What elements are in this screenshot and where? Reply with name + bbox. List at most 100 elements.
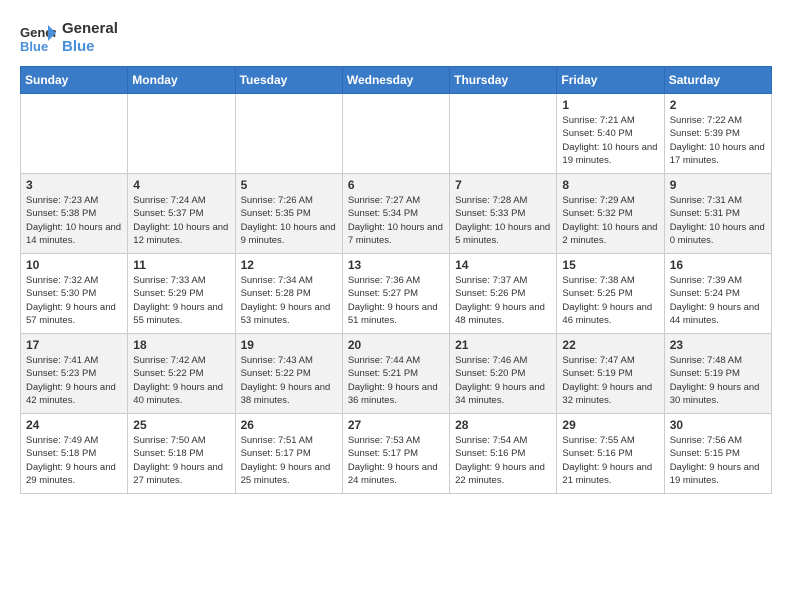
day-number: 22 xyxy=(562,338,658,352)
day-number: 15 xyxy=(562,258,658,272)
calendar-cell: 27 Sunrise: 7:53 AM Sunset: 5:17 PM Dayli… xyxy=(342,414,449,494)
calendar-week-1: 1 Sunrise: 7:21 AM Sunset: 5:40 PM Daylig… xyxy=(21,94,772,174)
day-info: Sunrise: 7:48 AM Sunset: 5:19 PM Dayligh… xyxy=(670,354,766,407)
calendar-week-3: 10 Sunrise: 7:32 AM Sunset: 5:30 PM Dayli… xyxy=(21,254,772,334)
day-info: Sunrise: 7:27 AM Sunset: 5:34 PM Dayligh… xyxy=(348,194,444,247)
calendar-cell: 28 Sunrise: 7:54 AM Sunset: 5:16 PM Dayli… xyxy=(450,414,557,494)
day-number: 14 xyxy=(455,258,551,272)
day-info: Sunrise: 7:21 AM Sunset: 5:40 PM Dayligh… xyxy=(562,114,658,167)
calendar-cell xyxy=(450,94,557,174)
calendar-cell: 30Sunrise: 7:56 AM Sunset: 5:15 PM Dayli… xyxy=(664,414,771,494)
day-number: 8 xyxy=(562,178,658,192)
calendar-cell: 25 Sunrise: 7:50 AM Sunset: 5:18 PM Dayli… xyxy=(128,414,235,494)
calendar-cell: 15 Sunrise: 7:38 AM Sunset: 5:25 PM Dayli… xyxy=(557,254,664,334)
calendar-cell xyxy=(21,94,128,174)
day-info: Sunrise: 7:42 AM Sunset: 5:22 PM Dayligh… xyxy=(133,354,229,407)
calendar-cell xyxy=(128,94,235,174)
calendar-cell xyxy=(235,94,342,174)
calendar-cell: 18 Sunrise: 7:42 AM Sunset: 5:22 PM Dayli… xyxy=(128,334,235,414)
day-info: Sunrise: 7:26 AM Sunset: 5:35 PM Dayligh… xyxy=(241,194,337,247)
logo-blue: Blue xyxy=(62,38,118,56)
calendar-cell: 11 Sunrise: 7:33 AM Sunset: 5:29 PM Dayli… xyxy=(128,254,235,334)
calendar-cell xyxy=(342,94,449,174)
day-info: Sunrise: 7:46 AM Sunset: 5:20 PM Dayligh… xyxy=(455,354,551,407)
day-info: Sunrise: 7:28 AM Sunset: 5:33 PM Dayligh… xyxy=(455,194,551,247)
calendar-cell: 23 Sunrise: 7:48 AM Sunset: 5:19 PM Dayli… xyxy=(664,334,771,414)
calendar-cell: 8 Sunrise: 7:29 AM Sunset: 5:32 PM Daylig… xyxy=(557,174,664,254)
page-header: General Blue General Blue xyxy=(20,20,772,56)
calendar-cell: 4 Sunrise: 7:24 AM Sunset: 5:37 PM Daylig… xyxy=(128,174,235,254)
calendar-cell: 2Sunrise: 7:22 AM Sunset: 5:39 PM Daylig… xyxy=(664,94,771,174)
calendar-cell: 5 Sunrise: 7:26 AM Sunset: 5:35 PM Daylig… xyxy=(235,174,342,254)
day-number: 6 xyxy=(348,178,444,192)
calendar-cell: 22Sunrise: 7:47 AM Sunset: 5:19 PM Dayli… xyxy=(557,334,664,414)
calendar-table: SundayMondayTuesdayWednesdayThursdayFrid… xyxy=(20,66,772,494)
day-number: 11 xyxy=(133,258,229,272)
calendar-cell: 12Sunrise: 7:34 AM Sunset: 5:28 PM Dayli… xyxy=(235,254,342,334)
day-number: 1 xyxy=(562,98,658,112)
day-number: 20 xyxy=(348,338,444,352)
day-number: 16 xyxy=(670,258,766,272)
calendar-week-4: 17Sunrise: 7:41 AM Sunset: 5:23 PM Dayli… xyxy=(21,334,772,414)
logo-icon: General Blue xyxy=(20,23,56,53)
day-info: Sunrise: 7:23 AM Sunset: 5:38 PM Dayligh… xyxy=(26,194,122,247)
day-info: Sunrise: 7:50 AM Sunset: 5:18 PM Dayligh… xyxy=(133,434,229,487)
col-header-saturday: Saturday xyxy=(664,67,771,94)
col-header-wednesday: Wednesday xyxy=(342,67,449,94)
day-number: 12 xyxy=(241,258,337,272)
col-header-monday: Monday xyxy=(128,67,235,94)
day-number: 4 xyxy=(133,178,229,192)
calendar-cell: 17Sunrise: 7:41 AM Sunset: 5:23 PM Dayli… xyxy=(21,334,128,414)
calendar-cell: 14Sunrise: 7:37 AM Sunset: 5:26 PM Dayli… xyxy=(450,254,557,334)
day-number: 10 xyxy=(26,258,122,272)
day-number: 28 xyxy=(455,418,551,432)
day-info: Sunrise: 7:36 AM Sunset: 5:27 PM Dayligh… xyxy=(348,274,444,327)
logo-general: General xyxy=(62,20,118,38)
calendar-cell: 19 Sunrise: 7:43 AM Sunset: 5:22 PM Dayli… xyxy=(235,334,342,414)
day-info: Sunrise: 7:43 AM Sunset: 5:22 PM Dayligh… xyxy=(241,354,337,407)
day-info: Sunrise: 7:44 AM Sunset: 5:21 PM Dayligh… xyxy=(348,354,444,407)
day-info: Sunrise: 7:53 AM Sunset: 5:17 PM Dayligh… xyxy=(348,434,444,487)
logo: General Blue General Blue xyxy=(20,20,118,56)
day-number: 27 xyxy=(348,418,444,432)
calendar-cell: 13 Sunrise: 7:36 AM Sunset: 5:27 PM Dayli… xyxy=(342,254,449,334)
day-info: Sunrise: 7:41 AM Sunset: 5:23 PM Dayligh… xyxy=(26,354,122,407)
day-info: Sunrise: 7:38 AM Sunset: 5:25 PM Dayligh… xyxy=(562,274,658,327)
day-info: Sunrise: 7:31 AM Sunset: 5:31 PM Dayligh… xyxy=(670,194,766,247)
calendar-week-2: 3 Sunrise: 7:23 AM Sunset: 5:38 PM Daylig… xyxy=(21,174,772,254)
col-header-sunday: Sunday xyxy=(21,67,128,94)
calendar-cell: 16 Sunrise: 7:39 AM Sunset: 5:24 PM Dayli… xyxy=(664,254,771,334)
day-number: 3 xyxy=(26,178,122,192)
calendar-cell: 9 Sunrise: 7:31 AM Sunset: 5:31 PM Daylig… xyxy=(664,174,771,254)
day-number: 23 xyxy=(670,338,766,352)
day-info: Sunrise: 7:33 AM Sunset: 5:29 PM Dayligh… xyxy=(133,274,229,327)
day-number: 7 xyxy=(455,178,551,192)
day-info: Sunrise: 7:56 AM Sunset: 5:15 PM Dayligh… xyxy=(670,434,766,487)
day-number: 26 xyxy=(241,418,337,432)
calendar-week-5: 24Sunrise: 7:49 AM Sunset: 5:18 PM Dayli… xyxy=(21,414,772,494)
calendar-cell: 26 Sunrise: 7:51 AM Sunset: 5:17 PM Dayli… xyxy=(235,414,342,494)
calendar-cell: 10 Sunrise: 7:32 AM Sunset: 5:30 PM Dayli… xyxy=(21,254,128,334)
day-number: 19 xyxy=(241,338,337,352)
calendar-cell: 24Sunrise: 7:49 AM Sunset: 5:18 PM Dayli… xyxy=(21,414,128,494)
day-info: Sunrise: 7:39 AM Sunset: 5:24 PM Dayligh… xyxy=(670,274,766,327)
calendar-cell: 7 Sunrise: 7:28 AM Sunset: 5:33 PM Daylig… xyxy=(450,174,557,254)
calendar-cell: 1 Sunrise: 7:21 AM Sunset: 5:40 PM Daylig… xyxy=(557,94,664,174)
day-info: Sunrise: 7:54 AM Sunset: 5:16 PM Dayligh… xyxy=(455,434,551,487)
day-number: 18 xyxy=(133,338,229,352)
day-number: 13 xyxy=(348,258,444,272)
day-info: Sunrise: 7:32 AM Sunset: 5:30 PM Dayligh… xyxy=(26,274,122,327)
day-number: 2 xyxy=(670,98,766,112)
day-info: Sunrise: 7:24 AM Sunset: 5:37 PM Dayligh… xyxy=(133,194,229,247)
day-number: 5 xyxy=(241,178,337,192)
day-number: 21 xyxy=(455,338,551,352)
day-info: Sunrise: 7:51 AM Sunset: 5:17 PM Dayligh… xyxy=(241,434,337,487)
calendar-cell: 29Sunrise: 7:55 AM Sunset: 5:16 PM Dayli… xyxy=(557,414,664,494)
day-number: 25 xyxy=(133,418,229,432)
day-info: Sunrise: 7:29 AM Sunset: 5:32 PM Dayligh… xyxy=(562,194,658,247)
svg-text:Blue: Blue xyxy=(20,39,48,53)
col-header-thursday: Thursday xyxy=(450,67,557,94)
col-header-friday: Friday xyxy=(557,67,664,94)
day-number: 9 xyxy=(670,178,766,192)
col-header-tuesday: Tuesday xyxy=(235,67,342,94)
